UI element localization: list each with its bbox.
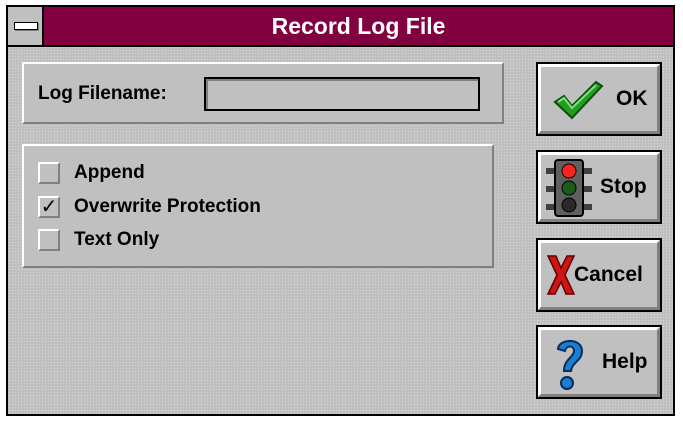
ok-label: OK bbox=[616, 87, 648, 110]
overwrite-protection-checkbox[interactable]: ✓ bbox=[38, 196, 60, 218]
red-x-icon bbox=[546, 255, 576, 295]
ok-button[interactable]: OK bbox=[536, 62, 662, 136]
overwrite-protection-label: Overwrite Protection bbox=[74, 196, 261, 217]
stop-button[interactable]: Stop bbox=[536, 150, 662, 224]
text-only-label: Text Only bbox=[74, 229, 160, 250]
system-menu-button[interactable] bbox=[8, 7, 44, 45]
traffic-light-icon bbox=[546, 159, 592, 217]
record-log-file-dialog: Record Log File Log Filename: Append ✓ O… bbox=[6, 5, 675, 416]
question-mark-icon bbox=[556, 340, 584, 390]
help-label: Help bbox=[602, 350, 648, 373]
system-menu-icon bbox=[14, 22, 38, 30]
filename-panel: Log Filename: bbox=[22, 62, 504, 124]
log-filename-input[interactable] bbox=[204, 77, 480, 111]
append-label: Append bbox=[74, 162, 145, 183]
log-filename-label: Log Filename: bbox=[38, 83, 167, 104]
cancel-button[interactable]: Cancel bbox=[536, 238, 662, 312]
checkmark-icon bbox=[553, 80, 604, 120]
append-checkbox[interactable] bbox=[38, 162, 60, 184]
options-panel: Append ✓ Overwrite Protection Text Only bbox=[22, 144, 494, 268]
cancel-label: Cancel bbox=[574, 263, 643, 286]
help-button[interactable]: Help bbox=[536, 325, 662, 399]
text-only-checkbox[interactable] bbox=[38, 229, 60, 251]
title-bar: Record Log File bbox=[8, 7, 673, 47]
stop-label: Stop bbox=[600, 175, 647, 198]
window-title: Record Log File bbox=[271, 13, 446, 39]
